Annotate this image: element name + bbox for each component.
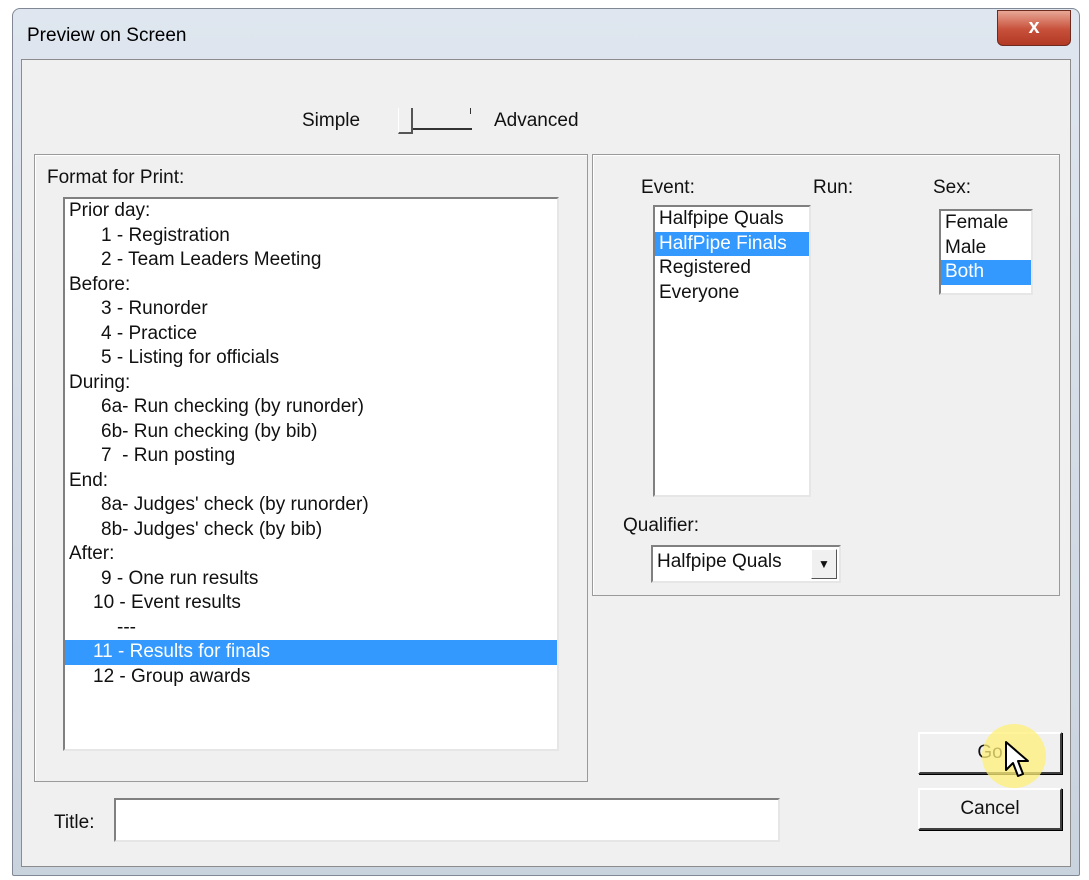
qualifier-dropdown[interactable]: Halfpipe Quals ▼ bbox=[651, 545, 841, 583]
event-label: Event: bbox=[641, 177, 695, 198]
list-item[interactable]: Male bbox=[941, 236, 1031, 261]
mouse-pointer-icon bbox=[1005, 741, 1029, 777]
list-item[interactable]: Prior day: bbox=[65, 199, 557, 224]
mode-advanced-label: Advanced bbox=[494, 110, 579, 131]
list-item[interactable]: Everyone bbox=[655, 281, 809, 306]
list-item[interactable]: 3 - Runorder bbox=[65, 297, 557, 322]
list-item[interactable]: Before: bbox=[65, 273, 557, 298]
list-item[interactable]: After: bbox=[65, 542, 557, 567]
list-item[interactable]: 11 - Results for finals bbox=[65, 640, 557, 665]
list-item[interactable]: 6a- Run checking (by runorder) bbox=[65, 395, 557, 420]
run-label: Run: bbox=[813, 177, 854, 198]
mode-slider[interactable] bbox=[394, 102, 484, 142]
event-listbox[interactable]: Halfpipe Quals HalfPipe Finals Registered E… bbox=[653, 205, 811, 497]
list-item[interactable]: 4 - Practice bbox=[65, 322, 557, 347]
list-item[interactable]: HalfPipe Finals bbox=[655, 231, 809, 256]
sex-listbox[interactable]: Female Male Both bbox=[939, 209, 1033, 295]
preview-dialog: Preview on Screen x Simple Advanced Form… bbox=[12, 8, 1080, 876]
list-item[interactable]: 9 - One run results bbox=[65, 567, 557, 592]
slider-track bbox=[404, 128, 472, 130]
mode-simple-label: Simple bbox=[302, 110, 361, 131]
cancel-button[interactable]: Cancel bbox=[918, 788, 1062, 830]
mode-switch: Simple Advanced bbox=[22, 100, 1070, 140]
format-listbox[interactable]: Prior day: 1 - Registration 2 - Team Leade… bbox=[63, 197, 559, 751]
list-item[interactable]: 2 - Team Leaders Meeting bbox=[65, 248, 557, 273]
list-item[interactable]: End: bbox=[65, 469, 557, 494]
list-item[interactable]: --- bbox=[65, 616, 557, 641]
dialog-body: Simple Advanced Format for Print: Prior … bbox=[21, 59, 1071, 867]
list-item[interactable]: 10 - Event results bbox=[65, 591, 557, 616]
qualifier-value: Halfpipe Quals bbox=[657, 551, 782, 572]
list-item[interactable]: 6b- Run checking (by bib) bbox=[65, 420, 557, 445]
list-item[interactable]: 1 - Registration bbox=[65, 224, 557, 249]
list-item[interactable]: During: bbox=[65, 371, 557, 396]
list-item[interactable]: Registered bbox=[655, 256, 809, 281]
chevron-down-icon[interactable]: ▼ bbox=[811, 549, 837, 579]
format-group: Format for Print: Prior day: 1 - Registra… bbox=[34, 154, 588, 782]
title-label: Title: bbox=[54, 812, 95, 833]
format-label: Format for Print: bbox=[47, 167, 185, 188]
list-item[interactable]: Halfpipe Quals bbox=[655, 207, 809, 232]
title-bar[interactable]: Preview on Screen x bbox=[13, 9, 1079, 59]
list-item[interactable]: 7 - Run posting bbox=[65, 444, 557, 469]
list-item[interactable]: 5 - Listing for officials bbox=[65, 346, 557, 371]
qualifier-label: Qualifier: bbox=[623, 515, 700, 536]
slider-thumb[interactable] bbox=[398, 108, 413, 134]
list-item[interactable]: Female bbox=[941, 211, 1031, 236]
window-title: Preview on Screen bbox=[27, 25, 187, 46]
title-input[interactable] bbox=[114, 798, 780, 842]
close-button[interactable]: x bbox=[997, 10, 1071, 46]
slider-tick bbox=[470, 108, 471, 114]
list-item[interactable]: Both bbox=[941, 260, 1031, 285]
list-item[interactable]: 12 - Group awards bbox=[65, 665, 557, 690]
list-item[interactable]: 8a- Judges' check (by runorder) bbox=[65, 493, 557, 518]
event-group: Event: Run: Sex: Halfpipe Quals HalfPipe … bbox=[592, 154, 1060, 596]
sex-label: Sex: bbox=[933, 177, 972, 198]
list-item[interactable]: 8b- Judges' check (by bib) bbox=[65, 518, 557, 543]
